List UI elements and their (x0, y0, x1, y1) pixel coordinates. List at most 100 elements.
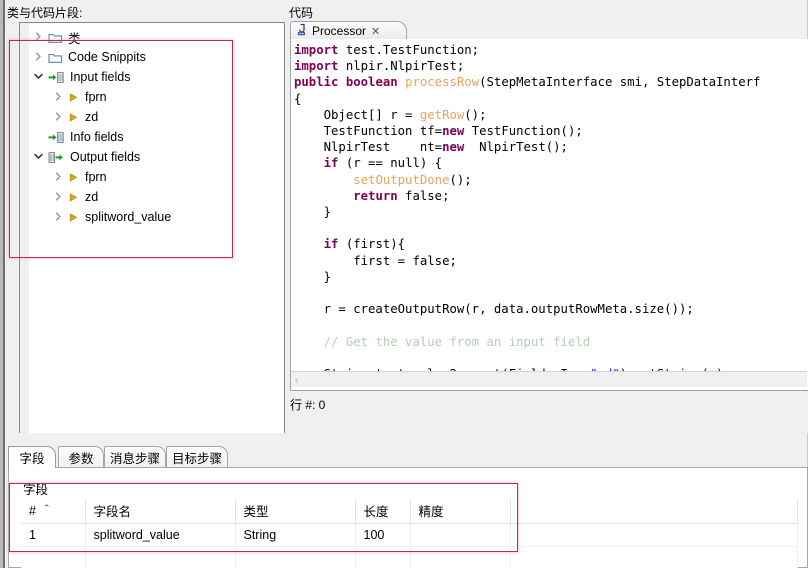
chevron-right-icon[interactable] (53, 191, 66, 204)
code-token: } (294, 269, 332, 284)
code-line: r = createOutputRow(r, data.outputRowMet… (294, 301, 808, 317)
table-cell[interactable] (21, 546, 86, 568)
code-title: 代码 (289, 6, 314, 20)
java-class-icon (296, 23, 308, 39)
fields-table-header-cell[interactable]: 字段名 (85, 499, 236, 524)
tree-item-info-fields[interactable]: Info fields (33, 127, 124, 147)
table-cell[interactable] (410, 546, 511, 568)
code-line: } (294, 269, 808, 285)
code-line: // Get the value from an input field (294, 334, 808, 350)
table-cell[interactable] (235, 546, 356, 568)
code-token: NlpirTest nt= (294, 140, 443, 155)
scroll-left-arrow-icon[interactable]: ‹ (291, 375, 298, 385)
class-snippets-tree[interactable]: 类 Code Snippits Input fields fprn zd Info fie… (19, 22, 285, 436)
code-token: (StepMetaInterface smi, StepDataInterf (479, 75, 761, 90)
table-cell[interactable]: 100 (355, 523, 411, 547)
tree-item-zd[interactable]: zd (53, 107, 98, 127)
fields-table-header-cell[interactable]: 长度 (355, 499, 411, 524)
tab-processor[interactable]: Processor ✕ (290, 21, 407, 40)
fields-table-header-cell[interactable]: # ⌃ (21, 499, 86, 524)
fields-table-header-label: 精度 (418, 505, 444, 520)
class-snippets-title: 类与代码片段: (7, 6, 83, 20)
tree-item-code-snippits[interactable]: Code Snippits (33, 47, 146, 67)
field-arrow-icon (68, 111, 80, 124)
code-token: if (323, 156, 339, 171)
table-cell[interactable] (410, 523, 511, 547)
code-token: (); (464, 107, 487, 122)
tree-item-label: Input fields (70, 70, 131, 84)
table-cell[interactable]: splitword_value (85, 523, 236, 547)
table-cell[interactable]: 1 (21, 523, 86, 547)
tree-item-label: Info fields (70, 130, 124, 144)
fields-table-header-label: 类型 (243, 505, 269, 520)
tab-target-steps[interactable]: 目标步骤 (166, 446, 228, 468)
fields-table-header-label: 长度 (363, 505, 389, 520)
fields-table[interactable]: # ⌃ 字段名 类型 长度 精度 1 splitword_value String 100 (21, 499, 798, 568)
chevron-down-icon[interactable] (33, 151, 46, 164)
table-cell[interactable]: String (235, 523, 356, 547)
tree-item-fprn[interactable]: fprn (53, 167, 107, 187)
code-token: { (294, 91, 302, 106)
code-horizontal-scrollbar[interactable]: ‹ (291, 371, 807, 387)
chevron-right-icon[interactable] (33, 51, 46, 64)
horizontal-sash[interactable] (5, 433, 807, 444)
code-token: TestFunction(); (464, 124, 583, 139)
tab-parameters[interactable]: 参数 (58, 446, 104, 468)
fields-table-header-cell[interactable] (510, 499, 798, 524)
table-cell[interactable] (510, 546, 798, 568)
table-cell[interactable] (355, 546, 411, 568)
tree-item-splitword-value[interactable]: splitword_value (53, 207, 171, 227)
application-window: 类与代码片段: 类 Code Snippits Input fields fprn zd… (0, 0, 808, 568)
code-token: if (323, 237, 339, 252)
chevron-right-icon[interactable] (53, 91, 66, 104)
tree-item-zd[interactable]: zd (53, 187, 98, 207)
code-line: TestFunction tf=new TestFunction(); (294, 123, 808, 139)
fields-table-header-cell[interactable]: 精度 (410, 499, 511, 524)
table-cell[interactable] (510, 523, 798, 547)
code-token: TestFunction tf= (294, 124, 443, 139)
code-text[interactable]: import test.TestFunction; import nlpir.Nl… (294, 42, 808, 390)
fields-table-header-label: # (29, 503, 36, 518)
chevron-right-icon[interactable] (53, 111, 66, 124)
code-token: new (442, 124, 465, 139)
code-token: false; (397, 188, 450, 203)
chevron-down-icon[interactable] (33, 71, 46, 84)
tab-fields[interactable]: 字段 (8, 446, 56, 468)
table-row[interactable]: 1 splitword_value String 100 (21, 523, 798, 547)
field-arrow-icon (68, 91, 80, 104)
fields-tab-panel: 字段 # ⌃ 字段名 类型 长度 精度 1 splitword_value String 100 (8, 467, 808, 568)
code-token: } (294, 205, 332, 220)
table-row-empty[interactable] (21, 546, 798, 568)
code-line: if (first){ (294, 236, 808, 252)
code-token: test.TestFunction; (338, 43, 480, 57)
fields-group-label: 字段 (21, 479, 51, 498)
code-token: boolean (345, 75, 398, 90)
code-line: Object[] r = getRow(); (294, 107, 808, 123)
tree-item-input-fields[interactable]: Input fields (33, 67, 130, 87)
code-editor[interactable]: import test.TestFunction; import nlpir.Nl… (290, 39, 808, 391)
tab-info-steps[interactable]: 消息步骤 (104, 446, 166, 468)
tree-item--[interactable]: 类 (33, 27, 81, 47)
sort-ascending-icon[interactable]: ⌃ (43, 503, 51, 514)
field-arrow-icon (68, 171, 80, 184)
code-line: } (294, 204, 808, 220)
folder-icon (48, 51, 63, 64)
chevron-right-icon[interactable] (33, 31, 46, 44)
table-cell[interactable] (85, 546, 236, 568)
tree-gutter (20, 23, 29, 435)
tree-item-fprn[interactable]: fprn (53, 87, 107, 107)
chevron-right-icon[interactable] (53, 211, 66, 224)
fields-table-body[interactable]: 1 splitword_value String 100 (21, 523, 798, 568)
output-fields-icon (48, 151, 65, 164)
input-fields-icon (48, 71, 65, 84)
close-icon[interactable]: ✕ (371, 25, 380, 38)
fields-table-header-cell[interactable]: 类型 (235, 499, 356, 524)
tree-item-output-fields[interactable]: Output fields (33, 147, 140, 167)
chevron-right-icon[interactable] (53, 171, 66, 184)
bottom-tab-strip: 字段 参数 消息步骤 目标步骤 (8, 446, 808, 468)
code-token: (first){ (338, 237, 406, 252)
